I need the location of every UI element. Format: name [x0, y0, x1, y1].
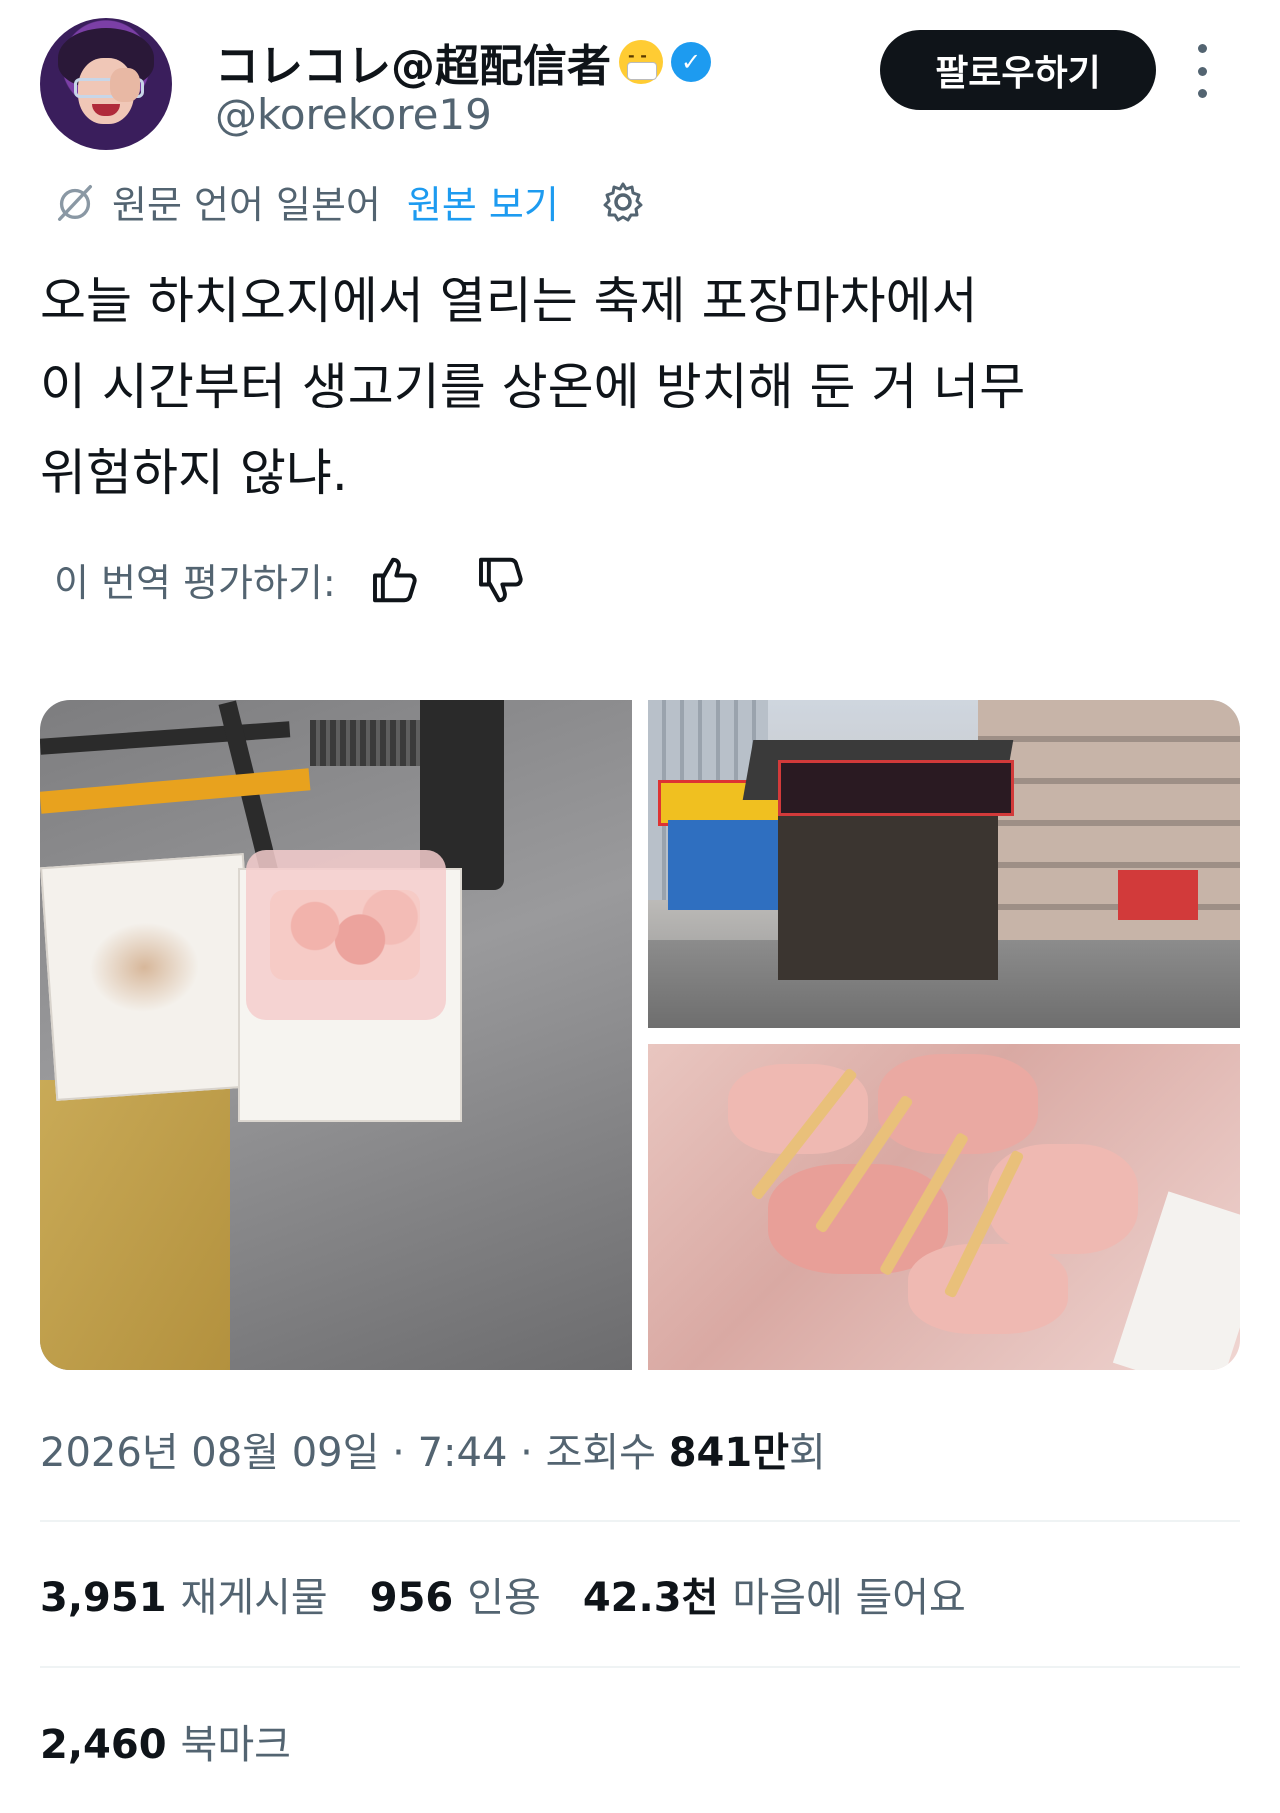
tweet-text-line: 이 시간부터 생고기를 상온에 방치해 둔 거 너무: [40, 358, 1026, 416]
reposts-label: 재게시물: [180, 1575, 328, 1621]
verified-badge-icon[interactable]: ✓: [671, 42, 711, 82]
tweet-metadata: 2026년 08월 09일 · 7:44 · 조회수 841만회: [40, 1420, 826, 1478]
raw-meat: [270, 890, 420, 980]
separator-dot: ·: [520, 1430, 546, 1476]
bookmarks-count: 2,460: [40, 1722, 167, 1768]
engagement-stats: 3,951 재게시물 956 인용 42.3천 마음에 들어요: [40, 1565, 966, 1623]
photo-festival-stall[interactable]: [648, 700, 1240, 1028]
thumbs-down-icon[interactable]: [472, 553, 526, 607]
divider: [40, 1520, 1240, 1522]
translation-bar: 원문 언어 일본어 원본 보기: [52, 174, 647, 229]
tweet-text: 오늘 하치오지에서 열리는 축제 포장마차에서 이 시간부터 생고기를 상온에 …: [40, 258, 1220, 516]
tweet-header: コレコレ@超配信者 ✓ @korekore19 팔로우하기: [40, 18, 1240, 158]
styrofoam-lid: [40, 853, 260, 1101]
tweet-time[interactable]: 7:44: [418, 1430, 508, 1476]
likes-stat[interactable]: 42.3천 마음에 들어요: [583, 1565, 966, 1623]
views-label: 조회수: [545, 1430, 656, 1476]
user-handle[interactable]: @korekore19: [215, 90, 492, 139]
likes-count: 42.3천: [582, 1575, 719, 1621]
apartment-building: [978, 700, 1240, 940]
avatar[interactable]: [40, 18, 172, 150]
avatar-hand: [110, 68, 140, 102]
quotes-count: 956: [369, 1575, 454, 1621]
name-row: コレコレ@超配信者 ✓: [215, 30, 711, 94]
rate-translation-row: 이 번역 평가하기:: [54, 552, 526, 607]
quotes-stat[interactable]: 956 인용: [370, 1565, 541, 1623]
views-suffix: 회: [789, 1430, 826, 1476]
yellow-curb: [40, 768, 311, 814]
reposts-stat[interactable]: 3,951 재게시물: [40, 1565, 328, 1623]
source-language-label: 원문 언어 일본어: [112, 183, 381, 227]
views-count: 841만: [668, 1430, 789, 1476]
mask-face-emoji-icon: [619, 40, 663, 84]
divider: [40, 1666, 1240, 1668]
railing: [40, 721, 291, 755]
likes-label: 마음에 들어요: [732, 1575, 966, 1621]
translate-icon: [57, 184, 93, 221]
photo-styrofoam-box[interactable]: [40, 700, 632, 1370]
bookmarks-label: 북마크: [180, 1722, 291, 1768]
stall-body: [778, 790, 998, 980]
rate-translation-label: 이 번역 평가하기:: [54, 561, 336, 605]
bookmarks-stat[interactable]: 2,460 북마크: [40, 1712, 291, 1770]
gear-icon[interactable]: [599, 178, 647, 226]
blue-tarp: [668, 820, 778, 910]
media-grid: [40, 700, 1240, 1370]
drain-grate: [310, 720, 430, 766]
straw-mat: [40, 1080, 230, 1370]
follow-button[interactable]: 팔로우하기: [880, 30, 1156, 110]
more-options-icon[interactable]: [1190, 44, 1214, 98]
reposts-count: 3,951: [40, 1575, 167, 1621]
tweet-date[interactable]: 2026년 08월 09일: [40, 1430, 379, 1476]
thumbs-up-icon[interactable]: [366, 553, 420, 607]
meat-chunk: [908, 1244, 1068, 1334]
quotes-label: 인용: [467, 1575, 541, 1621]
stall-sign: [778, 760, 1014, 816]
photo-raw-chicken-skewers[interactable]: [648, 1044, 1240, 1370]
tweet-text-line: 위험하지 않냐.: [40, 444, 348, 502]
display-name[interactable]: コレコレ@超配信者: [215, 30, 611, 94]
tweet-text-line: 오늘 하치오지에서 열리는 축제 포장마차에서: [40, 272, 978, 330]
separator-dot: ·: [392, 1430, 418, 1476]
distant-red-stall: [1118, 870, 1198, 920]
view-original-link[interactable]: 원본 보기: [407, 174, 559, 229]
